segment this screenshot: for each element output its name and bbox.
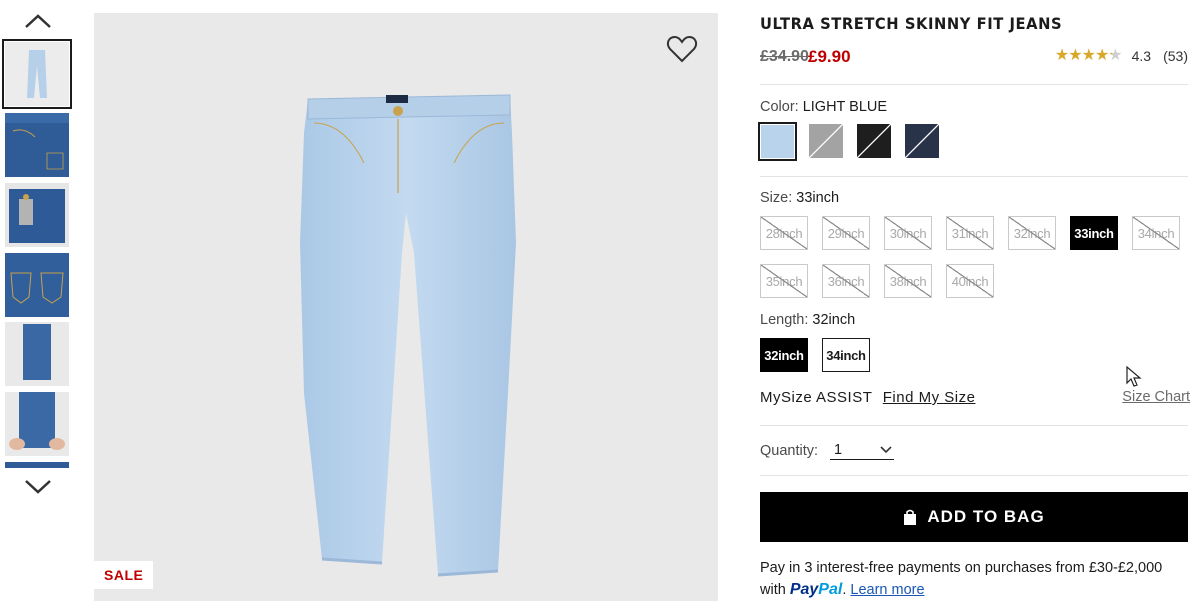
size-option-36inch[interactable]: 36inch	[822, 264, 870, 298]
color-swatch-light-blue[interactable]	[758, 122, 797, 161]
size-option-29inch[interactable]: 29inch	[822, 216, 870, 250]
rating-stars: ★ ★ ★ ★ ★	[1054, 47, 1123, 64]
rating-count: (53)	[1163, 48, 1188, 64]
thumbnail-leg-hem[interactable]	[5, 322, 69, 386]
mysize-assist: MySize ASSIST Find My Size	[760, 389, 976, 406]
thumbnail-front-light[interactable]	[2, 39, 72, 109]
size-option-38inch[interactable]: 38inch	[884, 264, 932, 298]
divider	[760, 425, 1188, 426]
size-option-40inch[interactable]: 40inch	[946, 264, 994, 298]
divider	[760, 475, 1188, 476]
color-label: Color: LIGHT BLUE	[760, 99, 888, 115]
chevron-down-icon	[880, 446, 892, 454]
price-sale: £9.90	[808, 47, 851, 66]
size-option-31inch[interactable]: 31inch	[946, 216, 994, 250]
size-option-28inch[interactable]: 28inch	[760, 216, 808, 250]
thumbnail-hand-stretch[interactable]	[5, 392, 69, 456]
size-option-34inch[interactable]: 34inch	[1132, 216, 1180, 250]
size-option-35inch[interactable]: 35inch	[760, 264, 808, 298]
size-option-32inch[interactable]: 32inch	[1008, 216, 1056, 250]
chevron-down-icon[interactable]	[22, 476, 54, 498]
rating-value: 4.3	[1131, 48, 1152, 64]
size-option-33inch[interactable]: 33inch	[1070, 216, 1118, 250]
length-selected: 32inch	[812, 312, 856, 328]
length-option-32inch[interactable]: 32inch	[760, 338, 808, 372]
thumbnail-waist-detail[interactable]	[5, 183, 69, 247]
thumbnail-front-denim[interactable]	[5, 113, 69, 177]
length-label: Length: 32inch	[760, 312, 856, 328]
learn-more-link[interactable]: Learn more	[850, 582, 924, 598]
size-label: Size: 33inch	[760, 190, 840, 206]
unavailable-strike	[857, 124, 891, 158]
color-swatches	[758, 122, 939, 161]
add-to-bag-label: ADD TO BAG	[927, 507, 1045, 526]
divider	[760, 176, 1188, 177]
unavailable-strike	[809, 124, 843, 158]
find-my-size-link[interactable]: Find My Size	[883, 389, 976, 406]
size-option-30inch[interactable]: 30inch	[884, 216, 932, 250]
sale-badge: SALE	[94, 561, 154, 589]
star-icon: ★	[1094, 47, 1109, 64]
thumbnail-rail	[0, 0, 76, 601]
unavailable-strike	[905, 124, 939, 158]
size-options-row: 28inch 29inch 30inch 31inch 32inch 33inch 34in…	[760, 216, 1180, 250]
paypal-message: Pay in 3 interest-free payments on purch…	[760, 560, 1163, 598]
thumbnail-back-pocket[interactable]	[5, 253, 69, 317]
divider	[760, 84, 1188, 85]
length-options-row: 32inch 34inch	[760, 338, 870, 372]
heart-icon[interactable]	[666, 33, 698, 65]
color-selected: LIGHT BLUE	[802, 99, 888, 115]
thumbnail-partial[interactable]	[5, 462, 69, 468]
quantity-value: 1	[834, 442, 843, 458]
quantity-row: Quantity: 1	[760, 442, 895, 460]
color-swatch-navy[interactable]	[905, 124, 939, 158]
chevron-up-icon[interactable]	[22, 10, 54, 32]
mouse-cursor-icon	[1126, 366, 1142, 387]
size-chart-link[interactable]: Size Chart	[1122, 389, 1190, 405]
jeans-image	[300, 94, 516, 577]
size-options-row: 35inch 36inch 38inch 40inch	[760, 264, 994, 298]
quantity-label: Quantity:	[760, 443, 819, 459]
length-option-34inch[interactable]: 34inch	[822, 338, 870, 372]
color-swatch-gray[interactable]	[809, 124, 843, 158]
size-selected: 33inch	[796, 190, 840, 206]
quantity-select[interactable]: 1	[830, 442, 895, 460]
price-original: £34.90	[760, 48, 809, 65]
rating[interactable]: ★ ★ ★ ★ ★ 4.3 (53)	[1054, 47, 1188, 65]
main-product-image: SALE	[94, 13, 718, 601]
star-icon: ★	[1108, 47, 1122, 64]
paypal-logo: PayPal	[789, 581, 843, 598]
star-icon: ★	[1068, 47, 1082, 64]
add-to-bag-button[interactable]: ADD TO BAG	[760, 492, 1188, 542]
product-title: ULTRA STRETCH SKINNY FIT JEANS	[760, 14, 1063, 33]
price-row: £34.90 £9.90 ★ ★ ★ ★ ★ 4.3 (53)	[760, 46, 1190, 68]
color-swatch-black[interactable]	[857, 124, 891, 158]
shopping-bag-icon	[904, 509, 917, 525]
star-icon: ★	[1054, 47, 1069, 64]
star-icon: ★	[1081, 47, 1096, 64]
